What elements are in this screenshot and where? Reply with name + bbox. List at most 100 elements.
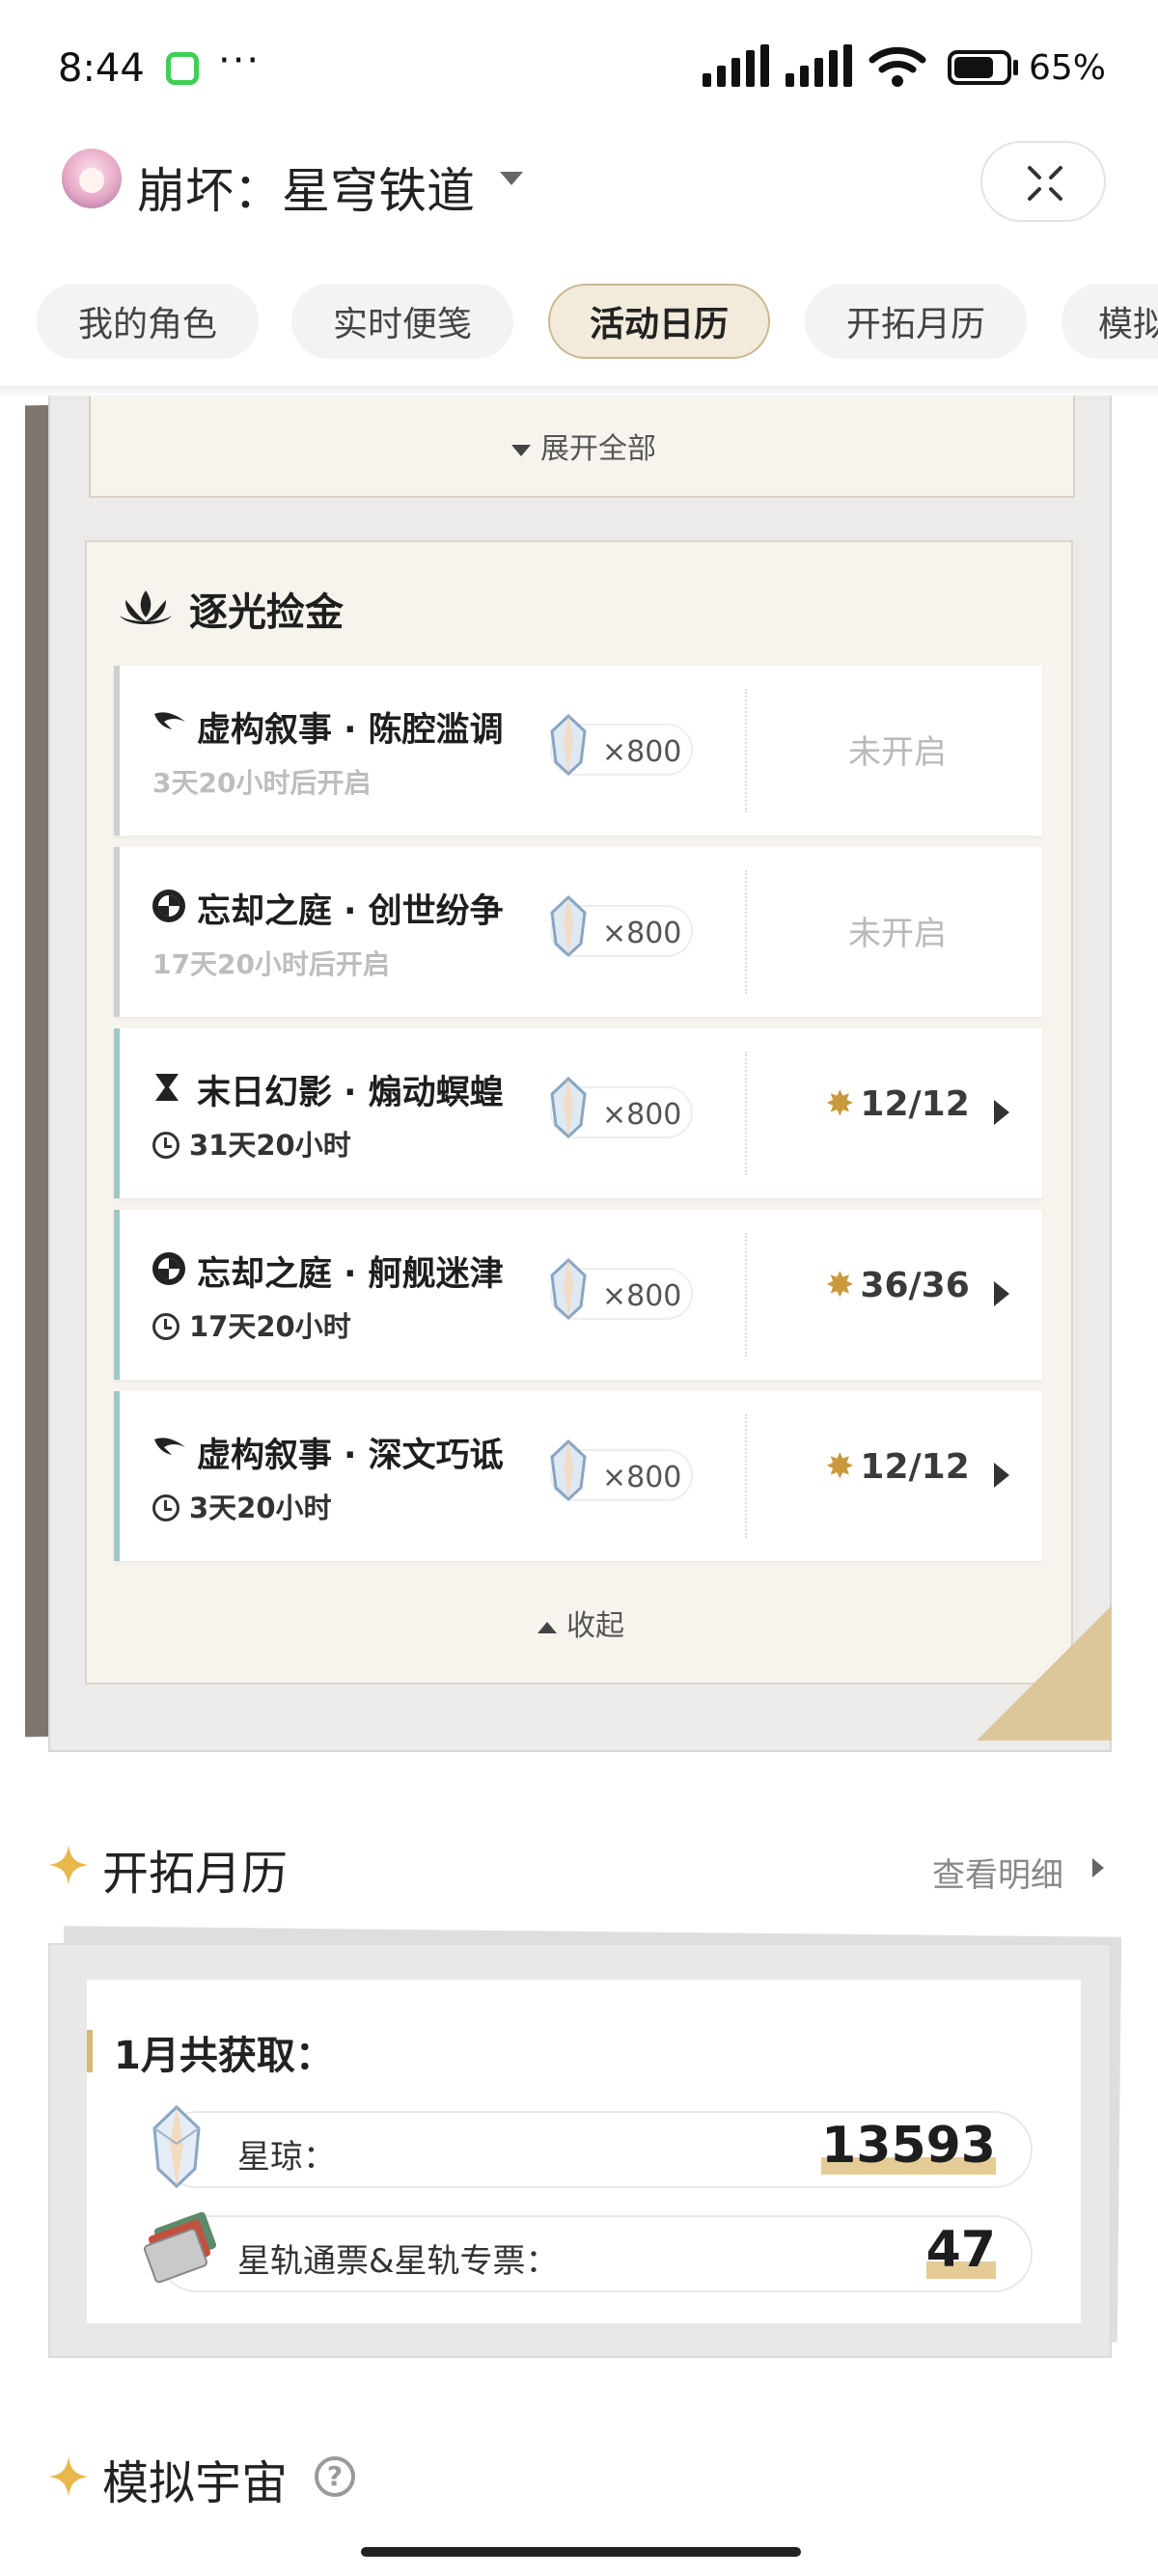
reward-badge: ×800 xyxy=(550,894,693,958)
event-name: 忘却之庭 · 舸舰迷津 xyxy=(197,1255,504,1294)
progress-value: 12/12 xyxy=(860,1447,970,1487)
status-time: 8:44 xyxy=(58,46,145,91)
chevron-down-icon[interactable] xyxy=(500,172,523,185)
event-timer: 17天20小时 xyxy=(152,1304,351,1345)
app-header: 崩坏：星穹铁道 xyxy=(0,135,1158,270)
home-indicator[interactable] xyxy=(361,2547,801,2557)
event-opens-in: 17天20小时后开启 xyxy=(152,948,390,980)
timer-text: 3天20小时 xyxy=(189,1492,332,1524)
event-row[interactable]: 末日幻影 · 煽动螟蝗 31天20小时 ×800 ✸ 12/12 xyxy=(114,1028,1042,1198)
reward-badge: ×800 xyxy=(550,1257,693,1321)
lotus-icon xyxy=(120,590,172,624)
event-name: 忘却之庭 · 创世纷争 xyxy=(197,892,504,931)
event-row[interactable]: 虚构叙事 · 深文巧诋 3天20小时 ×800 ✸ 12/12 xyxy=(114,1391,1042,1561)
trailblaze-title: 开拓月历 xyxy=(102,1847,289,1901)
battery-nub xyxy=(1013,60,1018,75)
chevron-right-icon[interactable] xyxy=(994,1463,1009,1488)
reward-amount: ×800 xyxy=(602,917,682,950)
event-timer: 31天20小时 xyxy=(152,1123,351,1164)
clock-icon xyxy=(152,1494,179,1521)
clock-icon xyxy=(152,1313,179,1340)
event-status: 未开启 xyxy=(848,733,947,772)
star-icon: ✸ xyxy=(825,1447,855,1487)
stat-label: 星轨通票&星轨专票： xyxy=(237,2242,559,2281)
tab-my-characters[interactable]: 我的角色 xyxy=(37,284,259,359)
event-row[interactable]: 忘却之庭 · 舸舰迷津 17天20小时 ×800 ✸ 36/36 xyxy=(114,1210,1042,1380)
progress-value: 12/12 xyxy=(860,1084,970,1124)
forgotten-hall-icon xyxy=(152,890,185,922)
pure-fiction-panel: 逐光捡金 虚构叙事 · 陈腔滥调 3天20小时后开启 ×800 未开启 忘却之庭… xyxy=(85,540,1073,1685)
corner-decoration xyxy=(977,1605,1112,1740)
heading-accent-bar xyxy=(87,2030,93,2072)
simulated-universe-title: 模拟宇宙 xyxy=(102,2456,289,2510)
stellar-jade-icon xyxy=(550,894,587,958)
reward-amount: ×800 xyxy=(602,1461,682,1494)
trailblaze-card: 1月共获取： 星琼： 13593 星轨通票&星轨专票： 47 xyxy=(48,1943,1112,2358)
reward-amount: ×800 xyxy=(602,1098,682,1132)
clock-icon xyxy=(152,1132,179,1159)
stellar-jade-icon xyxy=(152,2104,201,2189)
help-icon[interactable]: ? xyxy=(315,2456,355,2497)
chevron-right-icon[interactable] xyxy=(994,1281,1009,1306)
battery-percentage: 65% xyxy=(1029,48,1107,88)
fiction-icon xyxy=(154,1438,185,1455)
forgotten-hall-icon xyxy=(152,1252,185,1285)
reward-amount: ×800 xyxy=(602,1279,682,1313)
stellar-jade-icon xyxy=(550,1439,587,1502)
view-detail-link[interactable]: 查看明细 xyxy=(932,1849,1063,1896)
signal-icon-2 xyxy=(786,44,852,87)
month-heading: 1月共获取： xyxy=(114,2034,334,2078)
status-bar: 8:44 ··· 65% xyxy=(0,0,1158,135)
fiction-icon xyxy=(154,712,185,729)
event-opens-in: 3天20小时后开启 xyxy=(152,767,372,799)
event-row[interactable]: 忘却之庭 · 创世纷争 17天20小时后开启 ×800 未开启 xyxy=(114,847,1042,1017)
sparkle-icon xyxy=(48,1845,89,1885)
wifi-icon xyxy=(868,46,926,87)
panel-title: 逐光捡金 xyxy=(189,590,344,635)
tab-trailblaze-calendar[interactable]: 开拓月历 xyxy=(805,284,1027,359)
event-name: 末日幻影 · 煽动螟蝗 xyxy=(197,1074,504,1112)
tab-simulated-universe[interactable]: 模拟 xyxy=(1062,284,1158,359)
more-notifications-icon: ··· xyxy=(218,39,262,83)
chevron-up-icon xyxy=(538,1621,557,1633)
timer-text: 31天20小时 xyxy=(189,1129,351,1162)
star-icon: ✸ xyxy=(825,1266,855,1305)
battery-icon xyxy=(948,50,1011,85)
progress-value: 36/36 xyxy=(860,1266,970,1305)
sparkle-icon xyxy=(48,2456,89,2497)
close-button[interactable] xyxy=(980,141,1106,222)
tab-event-calendar[interactable]: 活动日历 xyxy=(548,284,770,359)
collapse-label: 收起 xyxy=(566,1609,624,1643)
event-timer: 3天20小时 xyxy=(152,1486,332,1526)
chevron-right-icon[interactable] xyxy=(994,1100,1009,1125)
trailblaze-card-inner: 1月共获取： 星琼： 13593 星轨通票&星轨专票： 47 xyxy=(87,1980,1081,2323)
tab-real-time-notes[interactable]: 实时便笺 xyxy=(291,284,513,359)
stat-value: 13593 xyxy=(821,2117,996,2175)
expand-all-button[interactable]: 展开全部 xyxy=(91,425,1077,467)
event-name: 虚构叙事 · 深文巧诋 xyxy=(197,1437,504,1475)
reward-badge: ×800 xyxy=(550,1076,693,1139)
game-avatar[interactable] xyxy=(62,149,122,208)
reward-badge: ×800 xyxy=(550,1439,693,1502)
stellar-jade-stat: 星琼： 13593 xyxy=(152,2104,1033,2189)
reward-badge: ×800 xyxy=(550,713,693,777)
game-title[interactable]: 崩坏：星穹铁道 xyxy=(137,152,475,222)
collapse-button[interactable]: 收起 xyxy=(87,1602,1075,1644)
chevron-down-icon xyxy=(511,444,531,456)
stellar-jade-icon xyxy=(550,1076,587,1139)
star-icon: ✸ xyxy=(825,1084,855,1124)
reward-amount: ×800 xyxy=(602,735,682,769)
passes-stat: 星轨通票&星轨专票： 47 xyxy=(143,2211,1033,2292)
event-status: 未开启 xyxy=(848,915,947,953)
event-name: 虚构叙事 · 陈腔滥调 xyxy=(197,711,504,750)
stat-label: 星琼： xyxy=(237,2138,336,2177)
tab-bar: 我的角色 实时便笺 活动日历 开拓月历 模拟 xyxy=(0,284,1158,359)
timer-text: 17天20小时 xyxy=(189,1310,351,1343)
chevron-right-icon[interactable] xyxy=(1092,1858,1104,1877)
stellar-jade-icon xyxy=(550,1257,587,1321)
star-rail-pass-icon xyxy=(143,2211,217,2284)
notification-app-icon xyxy=(166,52,199,85)
stellar-jade-icon xyxy=(550,713,587,777)
event-row[interactable]: 虚构叙事 · 陈腔滥调 3天20小时后开启 ×800 未开启 xyxy=(114,666,1042,836)
close-icon xyxy=(1028,166,1062,201)
